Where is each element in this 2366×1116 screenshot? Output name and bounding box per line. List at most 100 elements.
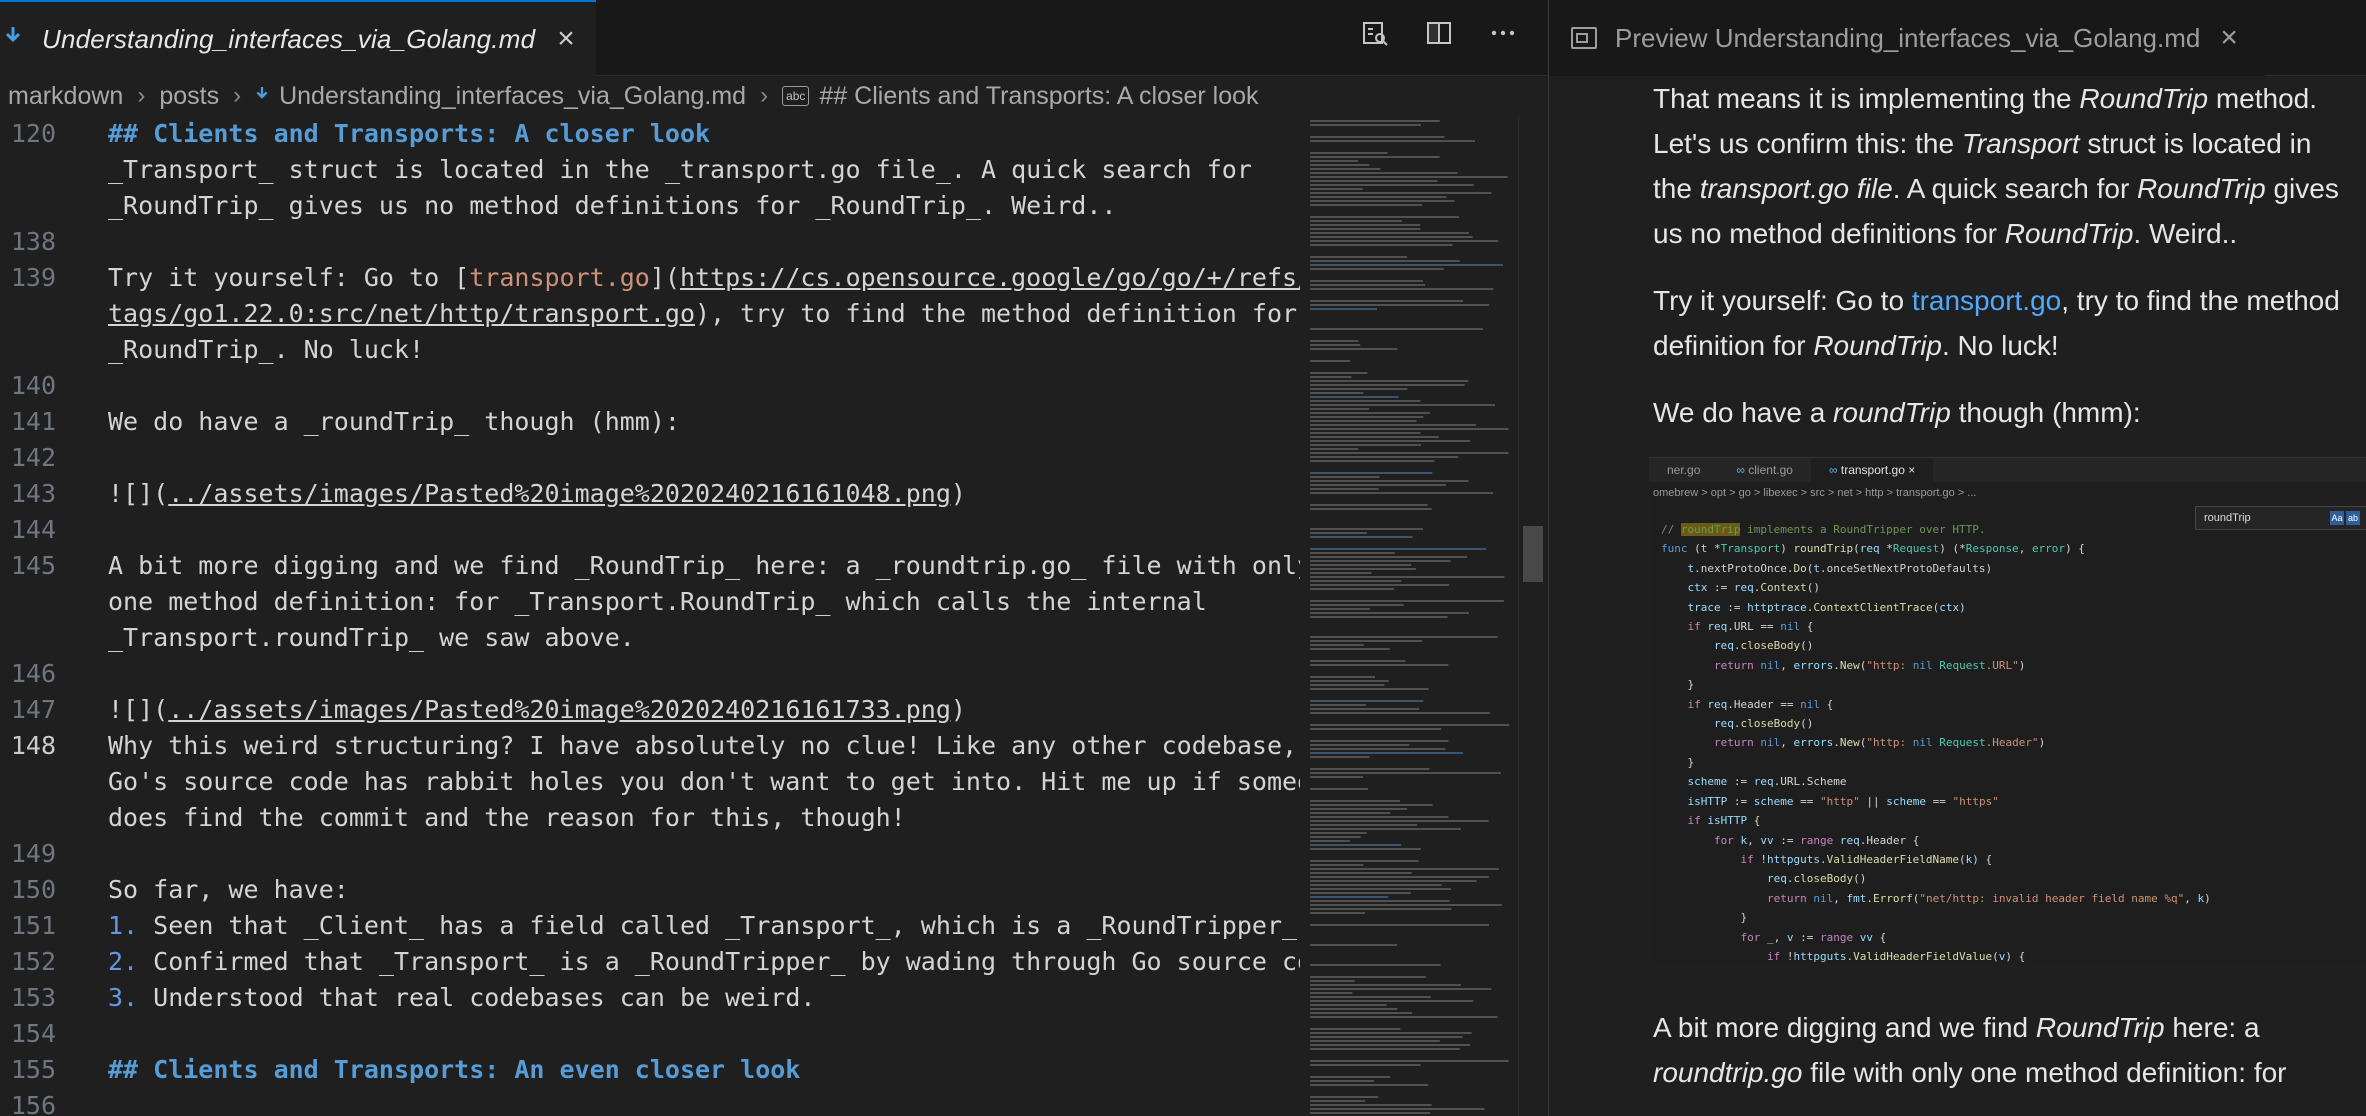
code-line[interactable]: _Transport.roundTrip_ we saw above.	[0, 620, 1300, 656]
minimap-line	[1310, 768, 1430, 770]
screenshot-code-line: return nil, errors.New("http: nil Reques…	[1713, 736, 2046, 750]
minimap-line	[1310, 220, 1402, 222]
minimap-line	[1310, 1008, 1398, 1010]
minimap-line	[1310, 224, 1421, 226]
code-line[interactable]: _RoundTrip_. No luck!	[0, 332, 1300, 368]
minimap-line	[1310, 1104, 1432, 1106]
breadcrumb-folder-posts[interactable]: posts	[159, 82, 219, 111]
line-text: Go's source code has rabbit holes you do…	[108, 767, 1300, 796]
minimap-line	[1310, 980, 1355, 982]
code-line[interactable]: 139 Try it yourself: Go to [transport.go]…	[0, 260, 1300, 296]
screenshot-code-line: ctx := req.Context()	[1687, 581, 1820, 595]
code-line[interactable]: 155 ## Clients and Transports: An even cl…	[0, 1052, 1300, 1088]
line-text: We do have a _roundTrip_ though (hmm):	[108, 407, 680, 436]
minimap-line	[1310, 552, 1395, 554]
code-line[interactable]: 154	[0, 1016, 1300, 1052]
code-line[interactable]: one method definition: for _Transport.Ro…	[0, 584, 1300, 620]
more-actions-icon[interactable]	[1488, 18, 1518, 48]
code-line[interactable]: 149	[0, 836, 1300, 872]
minimap-line	[1310, 964, 1441, 966]
line-text: _RoundTrip_. No luck!	[108, 335, 425, 364]
minimap-line	[1310, 484, 1446, 486]
split-editor-icon[interactable]	[1424, 18, 1454, 48]
minimap[interactable]	[1306, 116, 1516, 1116]
line-text: ## Clients and Transports: An even close…	[108, 1055, 801, 1084]
editor-tab-title: Understanding_interfaces_via_Golang.md	[42, 23, 536, 54]
scrollbar-thumb[interactable]	[1523, 526, 1543, 582]
minimap-line	[1310, 640, 1422, 642]
line-number: 155	[10, 1055, 56, 1084]
breadcrumb-folder-markdown[interactable]: markdown	[8, 82, 123, 111]
minimap-line	[1310, 440, 1471, 442]
code-line[interactable]: 143 ![](../assets/images/Pasted%20image%2…	[0, 476, 1300, 512]
minimap-line	[1310, 664, 1449, 666]
minimap-line	[1310, 584, 1450, 586]
minimap-line	[1310, 288, 1494, 290]
emphasis: RoundTrip	[2035, 1012, 2165, 1043]
screenshot-code-line: if isHTTP {	[1687, 814, 1761, 828]
minimap-line	[1310, 452, 1509, 454]
minimap-line	[1310, 192, 1492, 194]
minimap-line	[1310, 256, 1408, 258]
minimap-line	[1310, 748, 1446, 750]
close-icon[interactable]: ×	[2220, 23, 2238, 53]
minimap-line	[1310, 200, 1455, 202]
code-line[interactable]: does find the commit and the reason for …	[0, 800, 1300, 836]
minimap-line	[1310, 232, 1469, 234]
code-line[interactable]: 148 Why this weird structuring? I have ab…	[0, 728, 1300, 764]
code-line[interactable]: Go's source code has rabbit holes you do…	[0, 764, 1300, 800]
line-number: 145	[10, 551, 56, 580]
code-line[interactable]: 138	[0, 224, 1300, 260]
chevron-right-icon: ›	[137, 82, 146, 109]
code-line[interactable]: 140	[0, 368, 1300, 404]
minimap-line	[1310, 636, 1498, 638]
chevron-right-icon: ›	[233, 82, 242, 109]
minimap-line	[1310, 800, 1400, 802]
line-text	[56, 656, 108, 692]
minimap-line	[1310, 376, 1352, 378]
close-icon[interactable]: ×	[557, 24, 575, 54]
code-line[interactable]: 146	[0, 656, 1300, 692]
code-line[interactable]: 151 1. Seen that _Client_ has a field cal…	[0, 908, 1300, 944]
code-line[interactable]: 147 ![](../assets/images/Pasted%20image%2…	[0, 692, 1300, 728]
code-line[interactable]: 156	[0, 1088, 1300, 1116]
editor-scrollbar[interactable]	[1518, 116, 1546, 1116]
preview-icon	[1571, 27, 1597, 49]
minimap-line	[1310, 1040, 1440, 1042]
code-line[interactable]: 144	[0, 512, 1300, 548]
minimap-line	[1310, 872, 1412, 874]
code-line[interactable]: 142	[0, 440, 1300, 476]
editor-tab[interactable]: Understanding_interfaces_via_Golang.md ×	[0, 0, 596, 76]
minimap-line	[1310, 568, 1416, 570]
code-line[interactable]: 120 ## Clients and Transports: A closer l…	[0, 116, 1300, 152]
line-text: ![](../assets/images/Pasted%20image%2020…	[108, 695, 966, 724]
code-line[interactable]: tags/go1.22.0:src/net/http/transport.go)…	[0, 296, 1300, 332]
minimap-line	[1310, 616, 1448, 618]
code-line[interactable]: 141 We do have a _roundTrip_ though (hmm)…	[0, 404, 1300, 440]
line-number: 142	[10, 443, 56, 472]
markdown-file-icon	[4, 25, 26, 53]
minimap-line	[1310, 644, 1364, 646]
code-line[interactable]: _Transport_ struct is located in the _tr…	[0, 152, 1300, 188]
minimap-line	[1310, 416, 1424, 418]
code-line[interactable]: 153 3. Understood that real codebases can…	[0, 980, 1300, 1016]
preview-tab[interactable]: Preview Understanding_interfaces_via_Gol…	[1549, 0, 2265, 76]
code-line[interactable]: 150 So far, we have:	[0, 872, 1300, 908]
minimap-line	[1310, 876, 1489, 878]
code-line[interactable]: _RoundTrip_ gives us no method definitio…	[0, 188, 1300, 224]
code-line[interactable]: 152 2. Confirmed that _Transport_ is a _R…	[0, 944, 1300, 980]
transport-go-link[interactable]: transport.go	[1912, 285, 2061, 316]
breadcrumb-file[interactable]: Understanding_interfaces_via_Golang.md	[279, 82, 746, 111]
minimap-line	[1310, 604, 1404, 606]
code-line[interactable]: 145 A bit more digging and we find _Round…	[0, 548, 1300, 584]
code-editor[interactable]: 120 ## Clients and Transports: A closer l…	[0, 116, 1300, 1116]
open-preview-to-side-icon[interactable]	[1360, 18, 1390, 48]
preview-tab-bar: Preview Understanding_interfaces_via_Gol…	[1549, 0, 2366, 76]
line-text	[56, 1088, 108, 1116]
text: method.	[2208, 83, 2318, 114]
breadcrumb-symbol[interactable]: ## Clients and Transports: A closer look	[819, 82, 1258, 111]
go-file-icon: ∞	[1828, 463, 1841, 477]
line-text	[56, 512, 108, 548]
line-text: Try it yourself: Go to [transport.go](ht…	[108, 263, 1300, 292]
line-text: _Transport_ struct is located in the _tr…	[108, 155, 1252, 184]
